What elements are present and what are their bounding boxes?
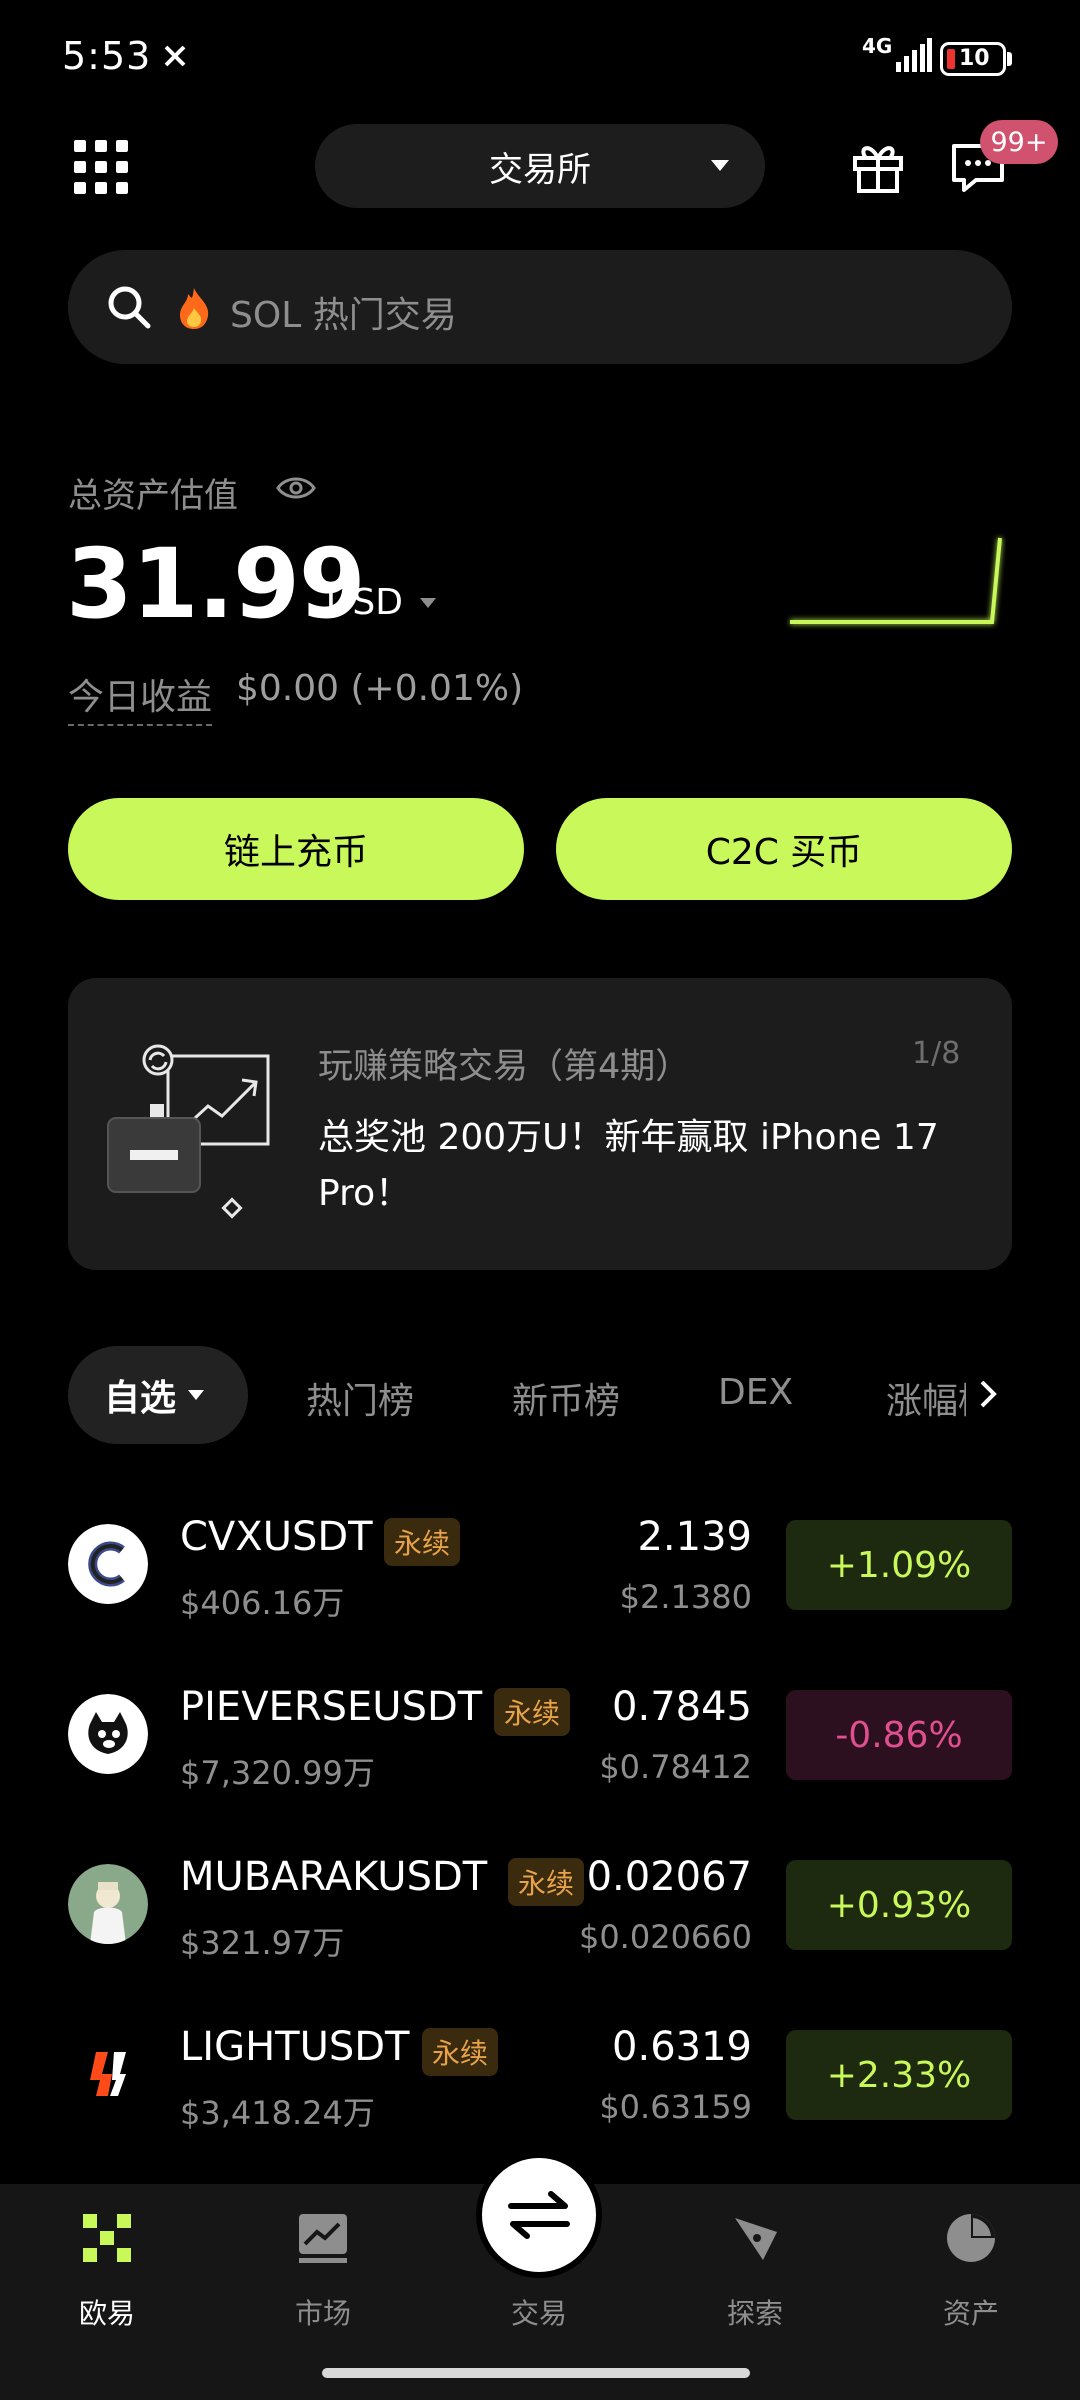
market-row[interactable]: LIGHTUSDT 永续 $3,418.24万 0.6319 $0.63159 … [0,2004,1080,2154]
volume: $3,418.24万 [180,2094,375,2132]
volume: $321.97万 [180,1924,345,1962]
eye-icon[interactable] [276,474,316,502]
chevron-down-icon [188,1390,205,1400]
notification-icon [164,40,186,75]
nav-assets-label: 资产 [942,2297,999,2330]
nav-trade[interactable]: 交易 [464,2210,614,2332]
mubarak-coin-icon [68,1864,148,1944]
change-badge[interactable]: +1.09% [786,1520,1012,1610]
price-usd: $0.020660 [578,1918,752,1956]
banner-page-indicator: 1/8 [912,1036,961,1071]
nav-home[interactable]: 欧易 [32,2210,182,2332]
light-coin-icon [68,2034,148,2114]
pair-name: LIGHTUSDT [180,2024,410,2070]
today-pnl-value: $0.00 (+0.01%) [236,668,524,709]
home-indicator [322,2368,750,2378]
nav-trade-spacer [511,2210,567,2266]
tab-watchlist[interactable]: 自选 [68,1346,248,1444]
volume: $7,320.99万 [180,1754,375,1792]
cvx-coin-icon [68,1524,148,1604]
total-assets-label: 总资产估值 [68,476,238,516]
price-usd: $0.78412 [599,1748,752,1786]
currency-unit-selector[interactable]: USD [326,582,403,623]
total-assets-value: 31.99 [66,528,366,640]
market-row[interactable]: CVXUSDT 永续 $406.16万 2.139 $2.1380 +1.09% [0,1494,1080,1644]
tab-new-coins[interactable]: 新币榜 [512,1372,620,1424]
c2c-buy-button[interactable]: C2C 买币 [556,798,1012,900]
assets-sparkline [790,537,1002,624]
change-badge[interactable]: +2.33% [786,2030,1012,2120]
nav-explore-label: 探索 [726,2297,783,2330]
price-usd: $2.1380 [619,1578,752,1616]
market-row[interactable]: PIEVERSEUSDT 永续 $7,320.99万 0.7845 $0.784… [0,1664,1080,1814]
tab-hot-list[interactable]: 热门榜 [306,1372,414,1424]
change-badge[interactable]: +0.93% [786,1860,1012,1950]
volume: $406.16万 [180,1584,345,1622]
last-price: 2.139 [637,1514,752,1560]
last-price: 0.7845 [612,1684,752,1730]
nav-trade-label: 交易 [510,2297,567,2330]
battery-tip [1007,52,1012,66]
apps-grid-icon[interactable] [74,140,128,194]
nav-market[interactable]: 市场 [248,2210,398,2332]
pair-name: MUBARAKUSDT [180,1854,488,1900]
chevron-down-icon [711,160,729,171]
last-price: 0.6319 [612,2024,752,2070]
fire-icon [180,288,209,329]
banner-description: 总奖池 200万U！新年赢取 iPhone 17 Pro！ [318,1117,939,1214]
price-usd: $0.63159 [599,2088,752,2126]
change-badge[interactable]: -0.86% [786,1690,1012,1780]
perpetual-badge: 永续 [422,2028,499,2076]
tab-dex[interactable]: DEX [718,1372,793,1413]
nav-explore[interactable]: 探索 [680,2210,830,2332]
chevron-down-icon[interactable] [420,598,436,608]
signal-icon [896,38,932,72]
perpetual-badge: 永续 [494,1688,571,1736]
okx-logo-icon [83,2214,131,2262]
gift-icon[interactable] [850,138,906,194]
tab-gainers[interactable]: 涨幅榜 [886,1372,966,1424]
exchange-mode-label: 交易所 [489,149,591,190]
status-time: 5:53 [62,34,152,78]
nav-market-label: 市场 [294,2297,351,2330]
battery-icon: 10 [940,42,1006,76]
network-type: 4G [862,34,893,58]
nav-home-label: 欧易 [78,2297,135,2330]
pair-name: PIEVERSEUSDT [180,1684,483,1730]
onchain-deposit-button[interactable]: 链上充币 [68,798,524,900]
chart-icon [299,2214,347,2263]
pieverse-coin-icon [68,1694,148,1774]
last-price: 0.02067 [586,1854,752,1900]
perpetual-badge: 永续 [508,1858,585,1906]
search-icon [108,286,151,329]
chevron-right-icon[interactable] [976,1376,1000,1412]
tab-watchlist-label: 自选 [104,1378,177,1419]
compass-icon [735,2218,777,2260]
battery-level: 10 [959,46,990,71]
perpetual-badge: 永续 [384,1518,461,1566]
nav-assets[interactable]: 资产 [896,2210,1046,2332]
strategy-trading-illustration [107,1044,270,1219]
exchange-mode-selector[interactable]: 交易所 [315,124,765,208]
banner-title: 玩赚策略交易（第4期） [318,1047,691,1087]
pair-name: CVXUSDT [180,1514,373,1560]
today-pnl-label[interactable]: 今日收益 [68,668,213,726]
search-placeholder: SOL 热门交易 [230,295,457,336]
message-badge: 99+ [980,120,1058,164]
pie-chart-icon [947,2214,995,2262]
market-row[interactable]: MUBARAKUSDT 永续 $321.97万 0.02067 $0.02066… [0,1834,1080,1984]
